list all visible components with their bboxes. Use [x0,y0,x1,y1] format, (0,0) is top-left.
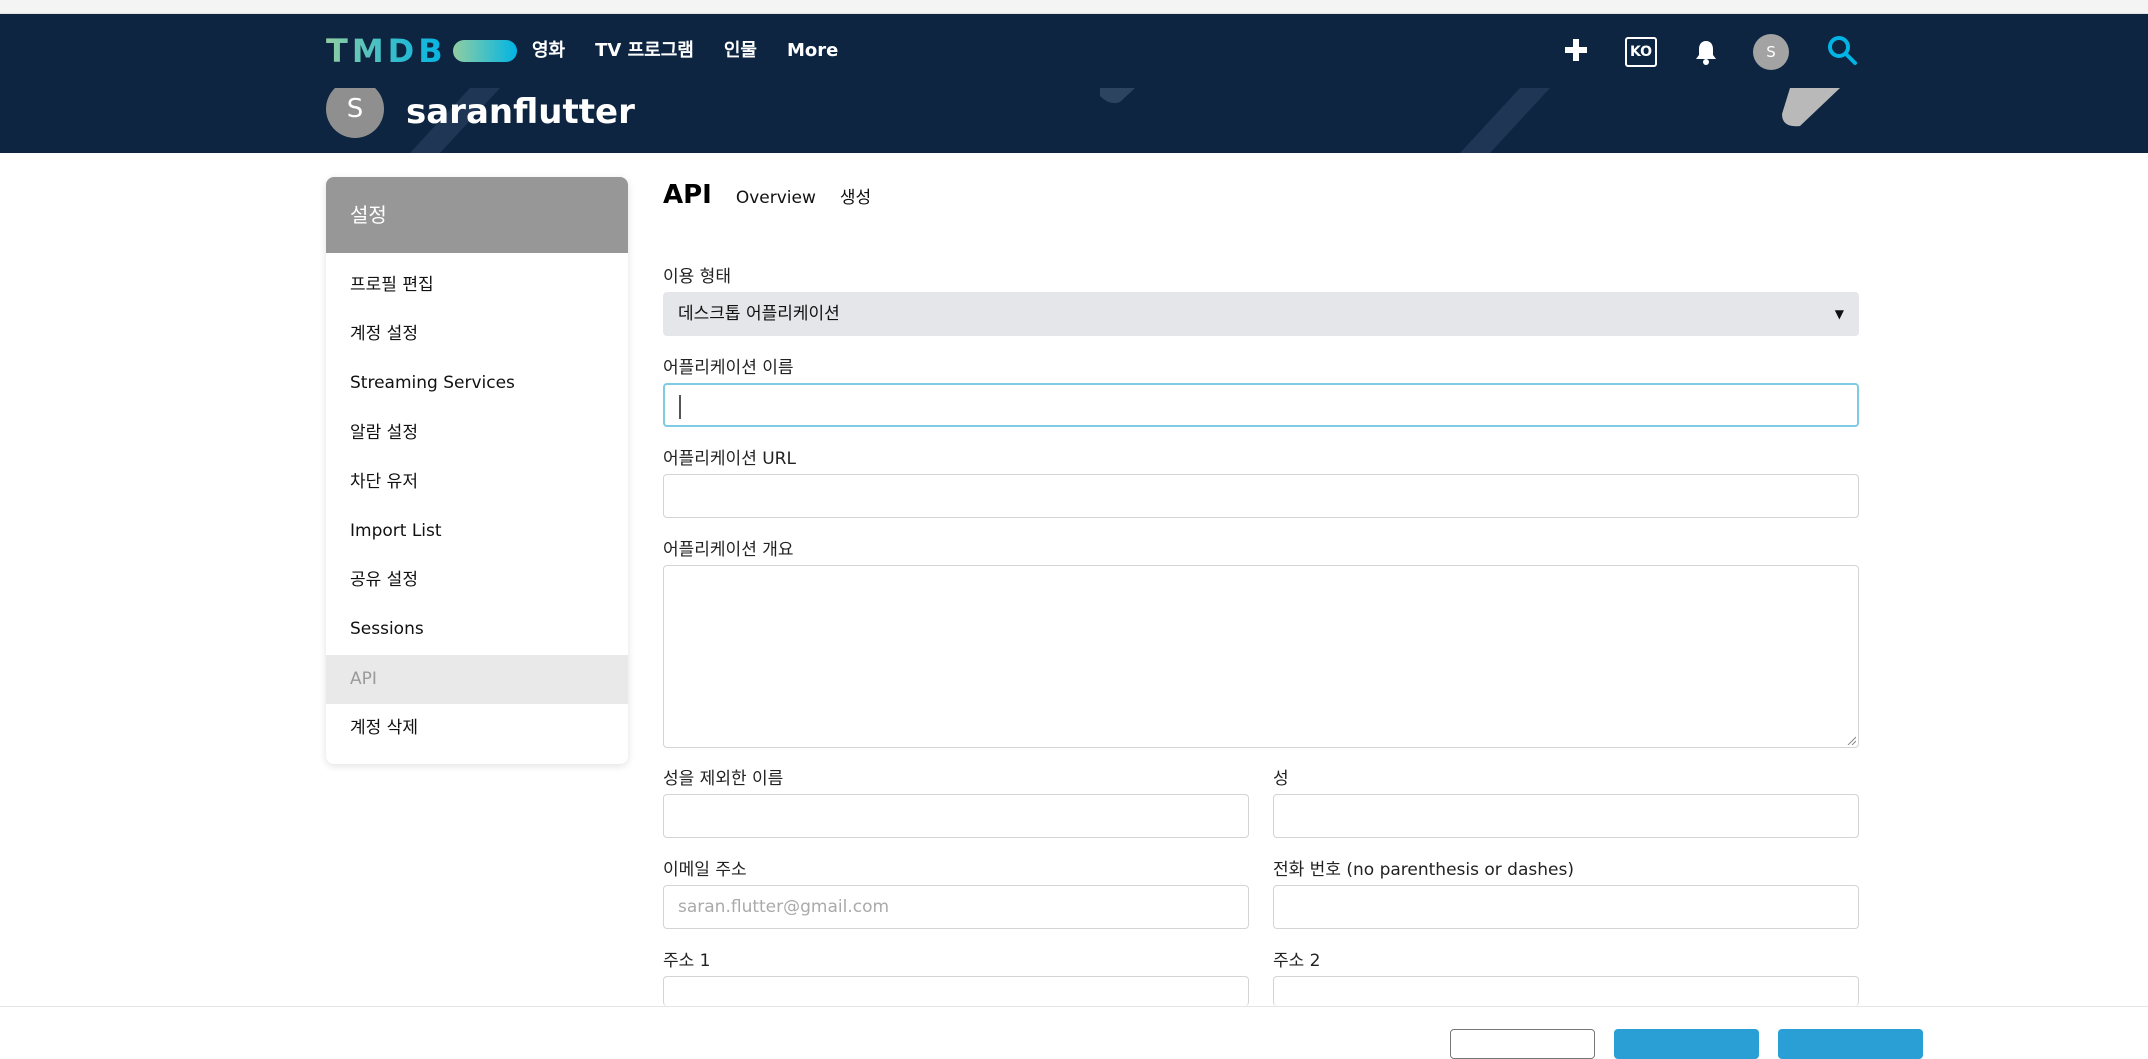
first-name-label: 성을 제외한 이름 [663,769,784,789]
usage-selected-value: 데스크톱 어플리케이션 [678,304,840,324]
cookie-accept-button[interactable] [1778,1029,1923,1059]
plus-icon[interactable] [1562,36,1590,64]
cookie-settings-button[interactable] [1450,1029,1595,1059]
header-decoration [410,88,1840,153]
bell-icon[interactable] [1694,38,1718,66]
language-button[interactable]: KO [1625,37,1657,67]
address2-label: 주소 2 [1273,951,1321,971]
settings-sidebar: 설정 프로필 편집 계정 설정 Streaming Services 알람 설정… [326,177,628,764]
address2-input[interactable] [1273,976,1859,1006]
sidebar-list: 프로필 편집 계정 설정 Streaming Services 알람 설정 차단… [326,253,628,753]
app-summary-label: 어플리케이션 개요 [663,540,794,560]
last-name-input[interactable] [1273,794,1859,838]
address1-input[interactable] [663,976,1249,1006]
top-navbar: TMDB 영화 TV 프로그램 인물 More KO S [0,14,2148,88]
address1-label: 주소 1 [663,951,711,971]
email-input[interactable]: saran.flutter@gmail.com [663,885,1249,929]
api-content: API Overview 생성 [663,177,1859,217]
main-menu: 영화 TV 프로그램 인물 More [532,38,838,64]
nav-people[interactable]: 인물 [724,38,757,64]
profile-header: S saranflutter [0,88,2148,153]
browser-bookmark-strip [0,0,2148,14]
text-cursor [679,395,681,419]
sidebar-item-api[interactable]: API [326,654,628,704]
tab-overview[interactable]: Overview [736,188,816,208]
sidebar-item-delete-account[interactable]: 계정 삭제 [326,704,628,753]
user-avatar[interactable]: S [1753,34,1789,70]
first-name-input[interactable] [663,794,1249,838]
usage-label: 이용 형태 [663,267,731,287]
nav-tv[interactable]: TV 프로그램 [595,38,694,64]
cookie-consent-bar [0,1006,2148,1059]
app-url-label: 어플리케이션 URL [663,449,796,469]
sidebar-item-account-settings[interactable]: 계정 설정 [326,310,628,359]
phone-label: 전화 번호 (no parenthesis or dashes) [1273,860,1574,880]
logo-pill [452,40,517,62]
logo-text: TMDB [326,32,447,70]
sidebar-item-notifications[interactable]: 알람 설정 [326,409,628,458]
search-icon[interactable] [1826,34,1858,66]
tab-create[interactable]: 생성 [840,183,871,208]
app-name-label: 어플리케이션 이름 [663,358,794,378]
profile-username[interactable]: saranflutter [406,88,635,136]
tmdb-logo[interactable]: TMDB [326,32,517,70]
sidebar-title: 설정 [326,177,628,253]
email-label: 이메일 주소 [663,860,747,880]
phone-input[interactable] [1273,885,1859,929]
sidebar-item-edit-profile[interactable]: 프로필 편집 [326,261,628,310]
nav-more[interactable]: More [787,38,838,64]
page-title: API [663,180,712,210]
sidebar-item-streaming-services[interactable]: Streaming Services [326,359,628,408]
sidebar-item-sessions[interactable]: Sessions [326,605,628,654]
last-name-label: 성 [1273,769,1289,789]
usage-select[interactable]: 데스크톱 어플리케이션 ▼ [663,292,1859,336]
caret-down-icon: ▼ [1834,307,1844,321]
sidebar-item-import-list[interactable]: Import List [326,507,628,556]
sidebar-item-sharing[interactable]: 공유 설정 [326,556,628,605]
sidebar-item-blocked-users[interactable]: 차단 유저 [326,458,628,507]
app-name-input[interactable] [663,383,1859,427]
app-url-input[interactable] [663,474,1859,518]
app-summary-textarea[interactable] [663,565,1859,748]
cookie-reject-button[interactable] [1614,1029,1759,1059]
api-header: API Overview 생성 [663,177,1859,217]
nav-movies[interactable]: 영화 [532,38,565,64]
resize-handle-icon[interactable] [1846,735,1856,745]
